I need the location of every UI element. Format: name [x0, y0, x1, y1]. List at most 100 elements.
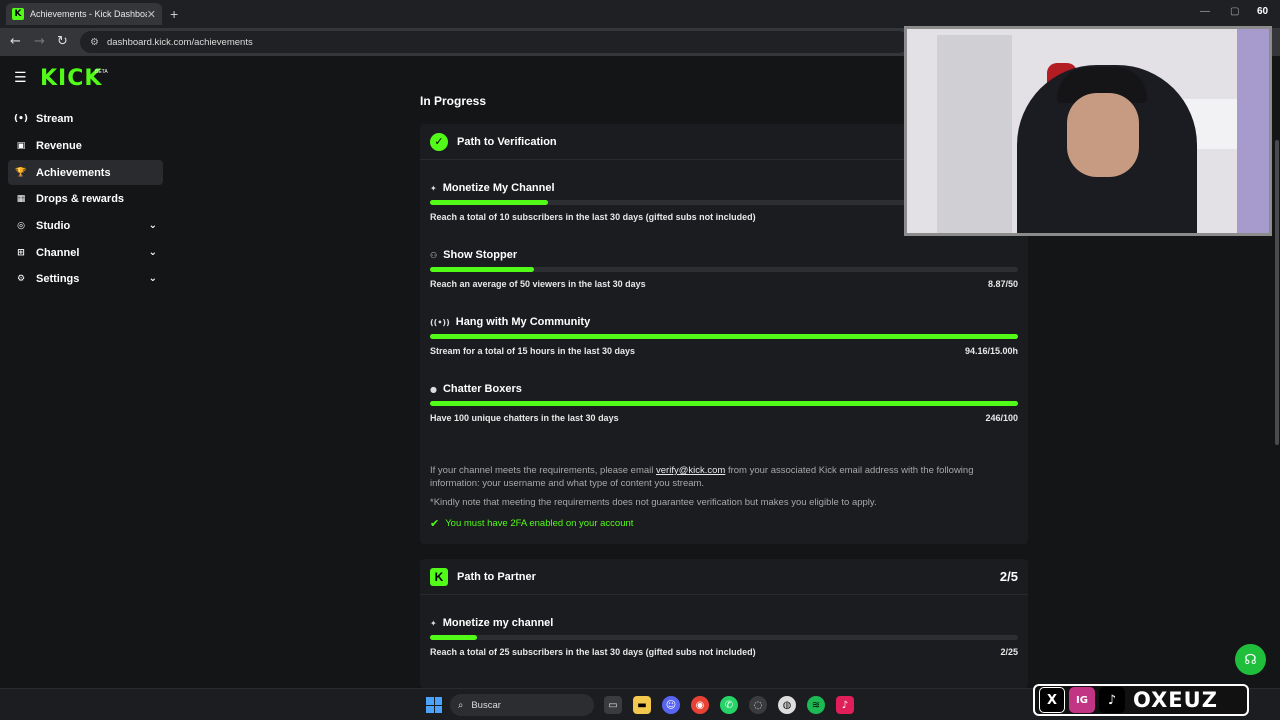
sidebar-item-stream[interactable]: (•) Stream	[8, 106, 163, 131]
section-title: In Progress	[420, 94, 487, 108]
sidebar-item-drops[interactable]: ▦ Drops & rewards	[8, 186, 163, 211]
progress-fill	[430, 267, 535, 272]
verification-info: If your channel meets the requirements, …	[430, 464, 1020, 490]
sidebar-item-settings[interactable]: ⚙ Settings ⌄	[8, 266, 163, 291]
partner-title: Path to Partner	[457, 570, 536, 583]
chrome-icon[interactable]: ◉	[691, 696, 709, 714]
reload-icon[interactable]: ↻	[57, 34, 68, 49]
beta-badge: BETA	[95, 69, 108, 75]
task-title: Chatter Boxers	[442, 383, 522, 395]
progress-bar	[430, 334, 1018, 339]
task-value: 2/25	[1000, 647, 1018, 657]
social-overlay: X IG ♪ OXEUZ	[1033, 684, 1249, 716]
tiktok-logo-icon: ♪	[1099, 687, 1125, 713]
task-value: 8.87/50	[987, 279, 1018, 289]
sidebar-item-label: Studio	[36, 219, 71, 232]
obs-icon[interactable]: ◍	[778, 696, 796, 714]
scrollbar-thumb[interactable]	[1275, 140, 1279, 445]
browser-tab-active[interactable]: K Achievements - Kick Dashboard ✕	[6, 3, 162, 25]
partner-card: K Path to Partner 2/5 ✦ Monetize my chann…	[420, 559, 1028, 688]
discord-icon[interactable]: ☺	[662, 696, 680, 714]
verified-badge-icon: ✓	[430, 132, 448, 151]
spotify-icon[interactable]: ≋	[807, 696, 825, 714]
task-item: ⚇ Show Stopper Reach an average of 50 vie…	[430, 248, 1018, 289]
webcam-face	[1067, 93, 1139, 177]
chevron-down-icon[interactable]: ⌄	[149, 247, 157, 258]
progress-fill	[430, 200, 548, 205]
back-icon[interactable]: ←	[10, 34, 21, 49]
tiktok-app-icon[interactable]: ♪	[836, 696, 854, 714]
whatsapp-icon[interactable]: ✆	[720, 696, 738, 714]
hamburger-menu-icon[interactable]: ☰	[14, 70, 27, 86]
task-title: Show Stopper	[443, 249, 518, 261]
verify-email-link[interactable]: verify@kick.com	[656, 465, 725, 476]
sidebar-item-revenue[interactable]: ▣ Revenue	[8, 133, 163, 158]
kick-logo[interactable]: KICK	[40, 66, 102, 91]
sidebar-item-channel[interactable]: ⊞ Channel ⌄	[8, 240, 163, 265]
task-description: Reach a total of 10 subscribers in the l…	[430, 212, 756, 222]
x-logo-icon: X	[1039, 687, 1065, 713]
sidebar-item-studio[interactable]: ◎ Studio ⌄	[8, 213, 163, 238]
verification-title: Path to Verification	[457, 135, 557, 148]
task-description: Reach a total of 25 subscribers in the l…	[430, 647, 756, 657]
sidebar-item-label: Drops & rewards	[36, 192, 125, 205]
task-description: Stream for a total of 15 hours in the la…	[430, 346, 636, 356]
progress-fill	[430, 635, 478, 640]
sidebar-item-label: Stream	[36, 112, 74, 125]
task-title: Monetize My Channel	[442, 182, 555, 194]
stream-icon: (•)	[14, 113, 28, 124]
windows-start-icon[interactable]	[426, 697, 442, 713]
task-item: ((•)) Hang with My Community Stream for a…	[430, 315, 1018, 356]
url-text: dashboard.kick.com/achievements	[106, 36, 253, 48]
partner-header[interactable]: K Path to Partner	[420, 559, 1028, 595]
taskbar-search-text: Buscar	[471, 699, 501, 711]
file-explorer-icon[interactable]: ▬	[633, 696, 651, 714]
url-field[interactable]: ⚙ dashboard.kick.com/achievements	[80, 31, 910, 53]
app-icon[interactable]: ◌	[749, 696, 767, 714]
task-item: ✦ Monetize my channel Reach a total of 25…	[430, 616, 1018, 657]
webcam-light	[1237, 29, 1269, 233]
chevron-down-icon[interactable]: ⌄	[149, 273, 157, 284]
requirement-2fa: ✔ You must have 2FA enabled on your acco…	[430, 517, 633, 530]
instagram-logo-icon: IG	[1069, 687, 1095, 713]
streamer-brand: OXEUZ	[1133, 688, 1218, 712]
progress-bar	[430, 635, 1018, 640]
sidebar-item-label: Settings	[36, 272, 80, 285]
forward-icon[interactable]: →	[34, 34, 45, 49]
support-headset-icon[interactable]: ☊	[1235, 644, 1266, 675]
task-description: Have 100 unique chatters in the last 30 …	[430, 413, 619, 423]
corner-value: 60	[1257, 6, 1269, 17]
webcam-door	[937, 35, 1012, 233]
requirement-text: You must have 2FA enabled on your accoun…	[445, 518, 634, 529]
progress-bar	[430, 401, 1018, 406]
tab-close-icon[interactable]: ✕	[147, 8, 156, 21]
site-info-icon[interactable]: ⚙	[90, 37, 99, 48]
sidebar: ☰ KICK BETA (•) Stream ▣ Revenue 🏆 Achie…	[0, 56, 170, 688]
sparkle-icon: ✦	[430, 183, 437, 193]
revenue-icon: ▣	[16, 140, 26, 151]
task-description: Reach an average of 50 viewers in the la…	[430, 279, 646, 289]
progress-bar	[430, 267, 1018, 272]
task-title: Monetize my channel	[442, 617, 554, 629]
new-tab-icon[interactable]: +	[170, 6, 178, 22]
minimize-icon[interactable]: —	[1200, 6, 1210, 17]
verification-note: *Kindly note that meeting the requiremen…	[430, 497, 877, 508]
task-value: 246/100	[985, 413, 1018, 423]
kick-favicon-icon: K	[12, 8, 24, 20]
maximize-icon[interactable]: ▢	[1230, 6, 1239, 17]
webcam-overlay	[904, 26, 1272, 236]
kick-k-icon: K	[430, 567, 448, 586]
checkmark-icon: ✔	[430, 517, 440, 530]
chevron-down-icon[interactable]: ⌄	[149, 220, 157, 231]
sparkle-icon: ✦	[430, 618, 437, 628]
gear-icon: ⚙	[16, 273, 26, 284]
task-title: Hang with My Community	[455, 316, 591, 328]
trophy-icon: 🏆	[15, 167, 27, 178]
channel-icon: ⊞	[17, 247, 25, 258]
browser-tabbar: K Achievements - Kick Dashboard ✕ + — ▢ …	[0, 0, 1280, 28]
sidebar-item-achievements[interactable]: 🏆 Achievements	[8, 160, 163, 185]
chat-bubble-icon: ●	[430, 384, 437, 394]
task-view-icon[interactable]: ▭	[604, 696, 622, 714]
taskbar-search[interactable]: ⌕ Buscar	[450, 694, 594, 716]
progress-fill	[430, 334, 1018, 339]
